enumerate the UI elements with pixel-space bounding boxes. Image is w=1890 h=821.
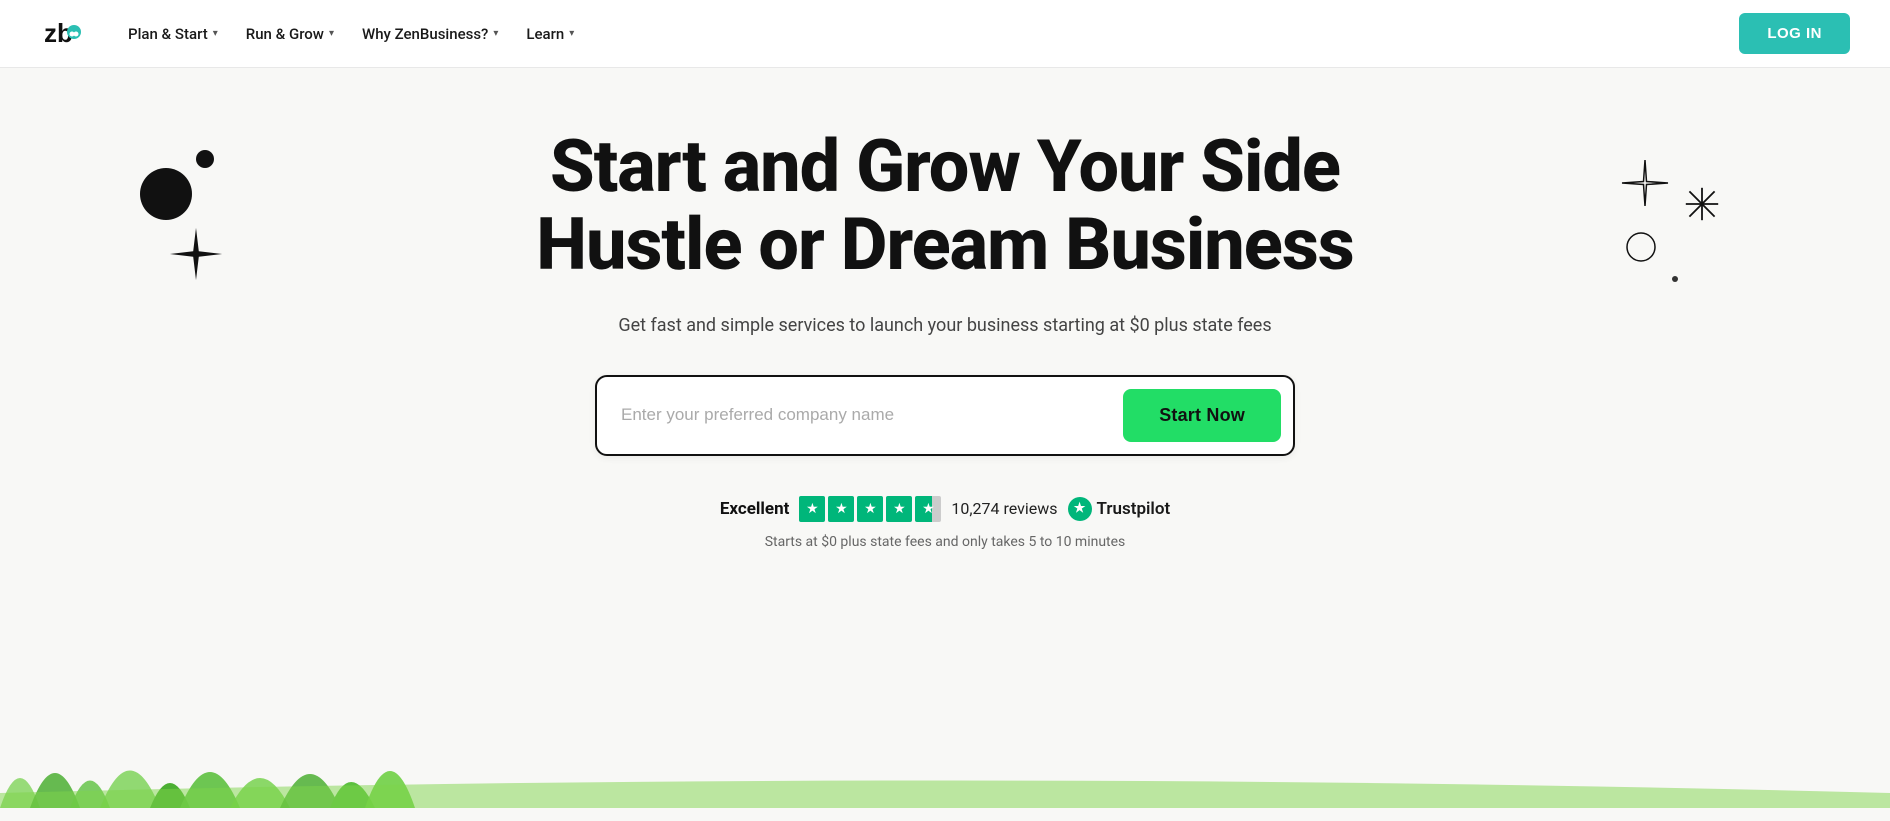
chevron-down-icon: ▾ [329,28,334,39]
deco-asterisk-right-icon [1684,186,1720,222]
trust-reviews-count: 10,274 reviews [951,499,1057,518]
star-2: ★ [828,496,854,522]
star-3: ★ [857,496,883,522]
nav-label-run-grow: Run & Grow [246,25,324,43]
deco-small-circle [196,150,214,168]
trustpilot-row: Excellent ★ ★ ★ ★ ★ 10,274 reviews ★ Tru… [720,496,1170,522]
deco-dot-right [1672,276,1678,282]
logo[interactable]: zb [40,12,84,56]
chevron-down-icon: ▾ [213,28,218,39]
hero-subtitle: Get fast and simple services to launch y… [618,312,1271,339]
trustpilot-label: Trustpilot [1097,499,1171,519]
deco-star-right-icon [1620,158,1670,208]
login-button[interactable]: LOG IN [1739,13,1850,54]
star-5-half: ★ [915,496,941,522]
navbar: zb Plan & Start ▾ Run & Grow ▾ Why ZenBu… [0,0,1890,68]
nav-label-why-zenbusiness: Why ZenBusiness? [362,25,488,43]
deco-filled-circle [140,168,192,220]
nav-item-plan-start[interactable]: Plan & Start ▾ [116,17,230,51]
nav-links: Plan & Start ▾ Run & Grow ▾ Why ZenBusin… [116,17,586,51]
nav-item-run-grow[interactable]: Run & Grow ▾ [234,17,346,51]
start-now-button[interactable]: Start Now [1123,389,1281,442]
nav-label-plan-start: Plan & Start [128,25,208,43]
star-1: ★ [799,496,825,522]
hero-title: Start and Grow Your Side Hustle or Dream… [536,128,1354,284]
nav-item-why-zenbusiness[interactable]: Why ZenBusiness? ▾ [350,17,510,51]
deco-circle-outline-icon [1624,230,1658,264]
company-name-form: Start Now [595,375,1295,456]
hero-section: Start and Grow Your Side Hustle or Dream… [0,68,1890,808]
chevron-down-icon: ▾ [569,28,574,39]
grass-decoration [0,728,1890,808]
company-name-input[interactable] [621,397,1111,433]
trust-fine-print: Starts at $0 plus state fees and only ta… [765,534,1126,550]
nav-label-learn: Learn [526,25,564,43]
deco-sparkle-left-icon [168,226,224,282]
chevron-down-icon: ▾ [493,28,498,39]
trust-excellent-label: Excellent [720,499,790,519]
trustpilot-star-icon: ★ [1068,497,1092,521]
star-4: ★ [886,496,912,522]
trustpilot-logo: ★ Trustpilot [1068,497,1171,521]
nav-item-learn[interactable]: Learn ▾ [514,17,586,51]
star-rating: ★ ★ ★ ★ ★ [799,496,941,522]
nav-left: zb Plan & Start ▾ Run & Grow ▾ Why ZenBu… [40,12,586,56]
